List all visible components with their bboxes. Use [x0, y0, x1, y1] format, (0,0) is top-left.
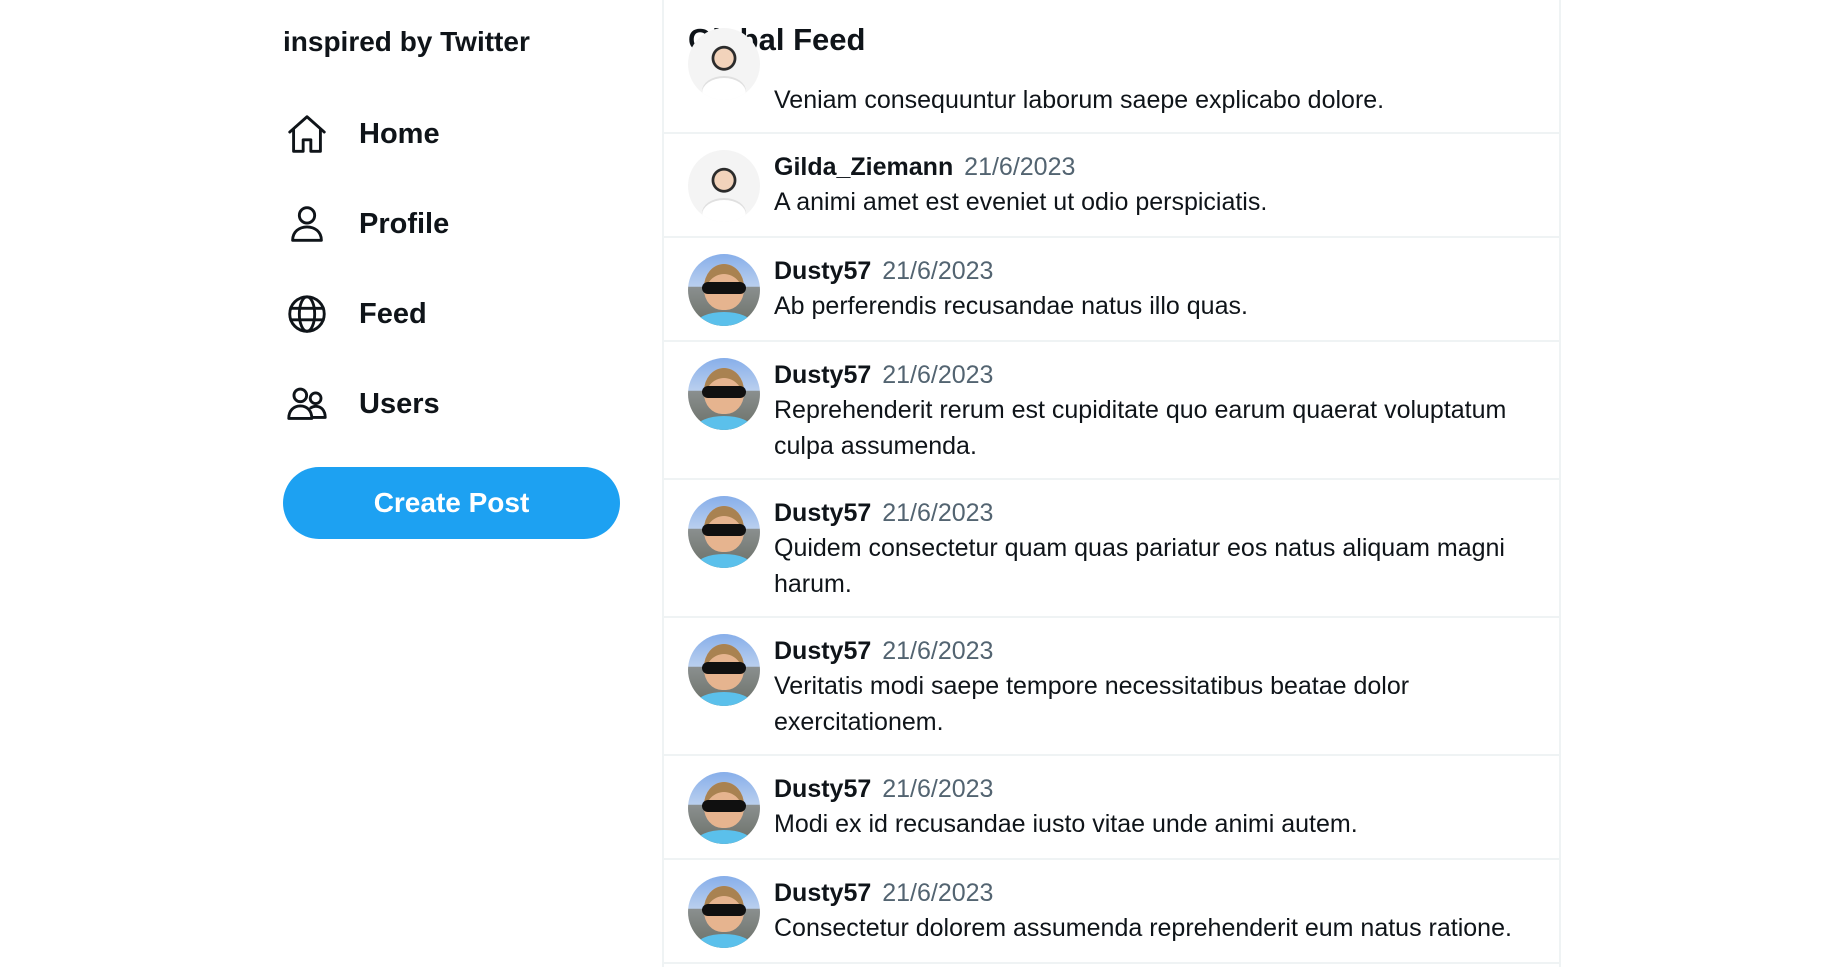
post-username[interactable]: Dusty57 [774, 499, 871, 527]
post-item[interactable]: Dusty57 21/6/2023 Quidem consectetur qua… [664, 480, 1559, 618]
post-item[interactable]: Dusty57 21/6/2023 Ab perferendis recusan… [664, 238, 1559, 342]
post-item[interactable]: Veniam consequuntur laborum saepe explic… [664, 28, 1559, 134]
post-date: 21/6/2023 [882, 257, 994, 285]
avatar[interactable] [688, 876, 760, 948]
globe-icon [283, 290, 331, 338]
post-username[interactable]: Dusty57 [774, 879, 871, 907]
home-icon [283, 110, 331, 158]
post-username[interactable]: Dusty57 [774, 257, 871, 285]
post-text: Veniam consequuntur laborum saepe explic… [774, 86, 1385, 114]
post-text: Veritatis modi saepe tempore necessitati… [774, 672, 1410, 736]
nav-label-users: Users [359, 387, 440, 420]
brand-title: inspired by Twitter [283, 26, 530, 57]
post-date: 21/6/2023 [882, 879, 994, 907]
users-icon [283, 380, 331, 428]
post-text: A animi amet est eveniet ut odio perspic… [774, 188, 1268, 216]
post-username[interactable]: Dusty57 [774, 775, 871, 803]
avatar[interactable] [688, 28, 760, 100]
nav-label-home: Home [359, 117, 440, 150]
nav-label-profile: Profile [359, 207, 450, 240]
post-list: Veniam consequuntur laborum saepe explic… [664, 28, 1559, 964]
post-item[interactable]: Gilda_Ziemann 21/6/2023 A animi amet est… [664, 134, 1559, 238]
post-date: 21/6/2023 [882, 637, 994, 665]
post-text: Modi ex id recusandae iusto vitae unde a… [774, 810, 1358, 838]
nav-item-users[interactable]: Users [283, 374, 623, 434]
post-date: 21/6/2023 [882, 499, 994, 527]
post-text: Quidem consectetur quam quas pariatur eo… [774, 534, 1505, 598]
post-username[interactable]: Dusty57 [774, 361, 871, 389]
global-feed[interactable]: Global Feed Veniam consequuntur laborum … [662, 0, 1561, 967]
create-post-button[interactable]: Create Post [283, 467, 620, 539]
avatar[interactable] [688, 358, 760, 430]
avatar[interactable] [688, 254, 760, 326]
post-text: Reprehenderit rerum est cupiditate quo e… [774, 396, 1507, 460]
post-date: 21/6/2023 [882, 775, 994, 803]
nav-label-feed: Feed [359, 297, 427, 330]
avatar[interactable] [688, 150, 760, 222]
app-layout: inspired by Twitter Home Profile Feed Us… [0, 0, 1846, 967]
avatar[interactable] [688, 634, 760, 706]
avatar[interactable] [688, 496, 760, 568]
post-date: 21/6/2023 [964, 153, 1076, 181]
post-item[interactable]: Dusty57 21/6/2023 Veritatis modi saepe t… [664, 618, 1559, 756]
post-date: 21/6/2023 [882, 361, 994, 389]
post-text: Consectetur dolorem assumenda reprehende… [774, 914, 1512, 942]
post-item[interactable]: Dusty57 21/6/2023 Modi ex id recusandae … [664, 756, 1559, 860]
nav-item-profile[interactable]: Profile [283, 194, 623, 254]
nav-item-feed[interactable]: Feed [283, 284, 623, 344]
post-text: Ab perferendis recusandae natus illo qua… [774, 292, 1248, 320]
post-item[interactable]: Dusty57 21/6/2023 Reprehenderit rerum es… [664, 342, 1559, 480]
user-icon [283, 200, 331, 248]
post-username[interactable]: Dusty57 [774, 637, 871, 665]
post-item[interactable]: Dusty57 21/6/2023 Consectetur dolorem as… [664, 860, 1559, 964]
avatar[interactable] [688, 772, 760, 844]
nav-item-home[interactable]: Home [283, 104, 623, 164]
post-username[interactable]: Gilda_Ziemann [774, 153, 953, 181]
